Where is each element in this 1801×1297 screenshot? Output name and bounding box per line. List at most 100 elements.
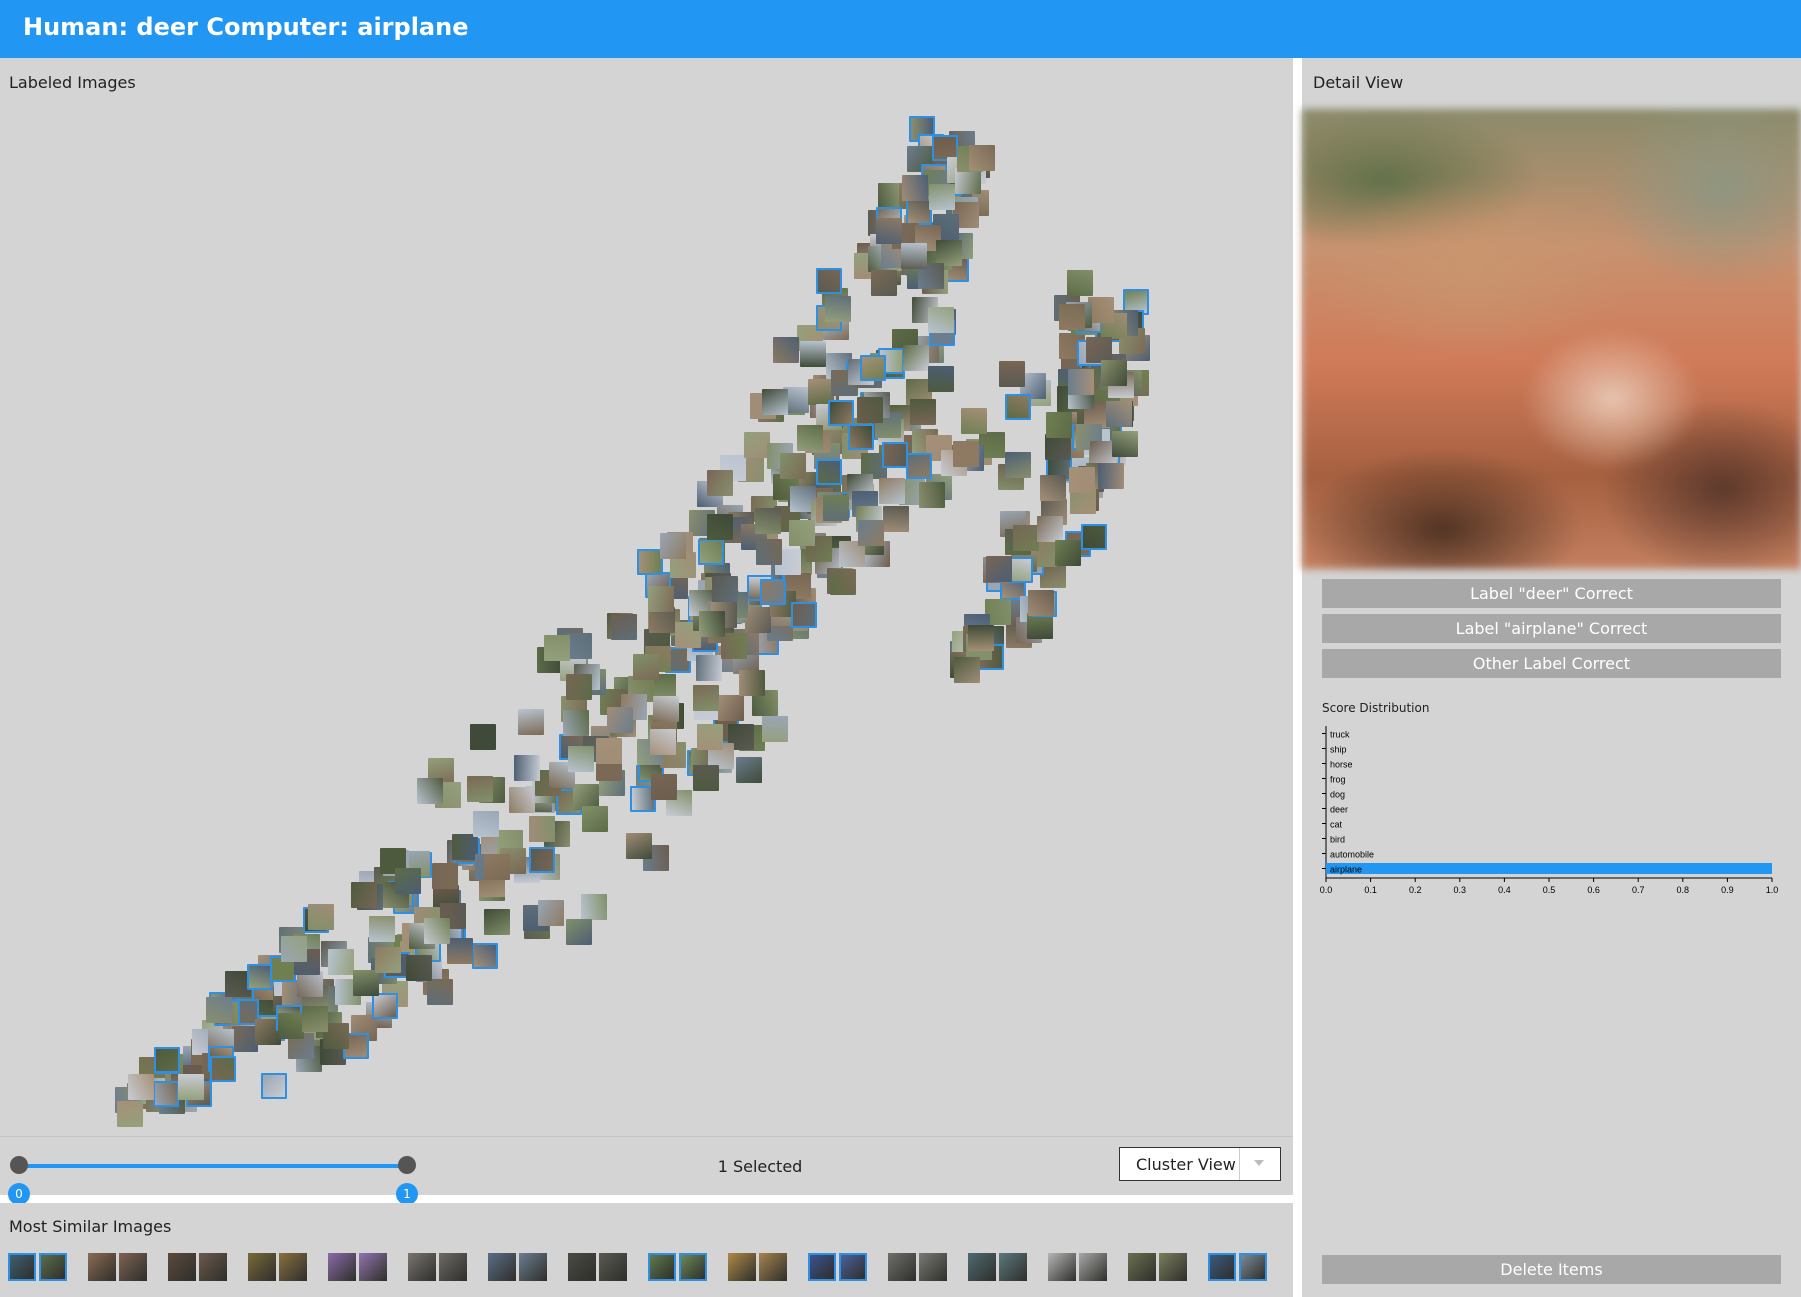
similar-image-pair[interactable]: [488, 1253, 550, 1283]
similar-image-pair[interactable]: [648, 1253, 710, 1283]
scatter-image-thumbnail[interactable]: [210, 1056, 237, 1083]
scatter-image-thumbnail[interactable]: [483, 908, 510, 935]
scatter-image-thumbnail[interactable]: [1012, 524, 1039, 551]
scatter-image-thumbnail[interactable]: [417, 777, 444, 804]
similar-image-pair[interactable]: [1048, 1253, 1110, 1283]
similar-image-pair[interactable]: [968, 1253, 1030, 1283]
scatter-image-thumbnail[interactable]: [483, 854, 510, 881]
scatter-image-thumbnail[interactable]: [905, 198, 932, 225]
scatter-image-thumbnail[interactable]: [695, 655, 722, 682]
scatter-image-thumbnail[interactable]: [823, 494, 850, 521]
scatter-image-thumbnail[interactable]: [1112, 430, 1139, 457]
similar-image-thumbnail[interactable]: [1079, 1253, 1107, 1281]
similar-image-pair[interactable]: [88, 1253, 150, 1283]
scatter-image-thumbnail[interactable]: [1068, 466, 1095, 493]
similar-image-thumbnail[interactable]: [279, 1253, 307, 1281]
scatter-image-thumbnail[interactable]: [1067, 269, 1094, 296]
scatter-image-thumbnail[interactable]: [882, 441, 909, 468]
scatter-image-thumbnail[interactable]: [928, 307, 955, 334]
scatter-image-thumbnail[interactable]: [596, 738, 623, 765]
scatter-image-thumbnail[interactable]: [859, 354, 886, 381]
delete-items-button[interactable]: Delete Items: [1322, 1255, 1781, 1284]
scatter-image-thumbnail[interactable]: [825, 295, 852, 322]
similar-image-thumbnail[interactable]: [119, 1253, 147, 1281]
similar-image-thumbnail[interactable]: [808, 1253, 836, 1281]
scatter-image-thumbnail[interactable]: [986, 555, 1013, 582]
scatter-image-thumbnail[interactable]: [692, 685, 719, 712]
similar-image-thumbnail[interactable]: [88, 1253, 116, 1281]
similar-image-thumbnail[interactable]: [1208, 1253, 1236, 1281]
similar-image-thumbnail[interactable]: [919, 1253, 947, 1281]
scatter-image-thumbnail[interactable]: [1055, 539, 1082, 566]
similar-image-pair[interactable]: [728, 1253, 790, 1283]
scatter-image-thumbnail[interactable]: [755, 538, 782, 565]
cluster-scatter-plot[interactable]: Labeled Images: [0, 58, 1293, 1136]
scatter-image-thumbnail[interactable]: [856, 397, 883, 424]
scatter-image-thumbnail[interactable]: [848, 423, 875, 450]
scatter-image-thumbnail[interactable]: [327, 949, 354, 976]
scatter-image-thumbnail[interactable]: [1058, 304, 1085, 331]
view-mode-select[interactable]: Cluster View: [1119, 1147, 1281, 1181]
scatter-image-thumbnail[interactable]: [518, 708, 545, 735]
similar-image-thumbnail[interactable]: [248, 1253, 276, 1281]
scatter-image-thumbnail[interactable]: [649, 729, 676, 756]
scatter-image-thumbnail[interactable]: [755, 508, 782, 535]
similar-image-thumbnail[interactable]: [648, 1253, 676, 1281]
scatter-image-thumbnail[interactable]: [374, 947, 401, 974]
similar-image-thumbnail[interactable]: [1128, 1253, 1156, 1281]
scatter-image-thumbnail[interactable]: [565, 919, 592, 946]
scatter-image-thumbnail[interactable]: [427, 978, 454, 1005]
scatter-image-thumbnail[interactable]: [660, 533, 687, 560]
similar-image-pair[interactable]: [328, 1253, 390, 1283]
scatter-image-thumbnail[interactable]: [739, 669, 766, 696]
scatter-image-thumbnail[interactable]: [697, 723, 724, 750]
similar-image-thumbnail[interactable]: [568, 1253, 596, 1281]
scatter-image-thumbnail[interactable]: [901, 242, 928, 269]
scatter-image-thumbnail[interactable]: [562, 710, 589, 737]
other-label-correct-button[interactable]: Other Label Correct: [1322, 649, 1781, 678]
similar-image-thumbnail[interactable]: [728, 1253, 756, 1281]
scatter-image-thumbnail[interactable]: [1037, 516, 1064, 543]
scatter-image-thumbnail[interactable]: [954, 657, 981, 684]
scatter-image-thumbnail[interactable]: [919, 482, 946, 509]
similar-image-thumbnail[interactable]: [599, 1253, 627, 1281]
scatter-image-thumbnail[interactable]: [692, 765, 719, 792]
scatter-image-thumbnail[interactable]: [471, 942, 498, 969]
scatter-image-thumbnail[interactable]: [779, 452, 806, 479]
view-mode-dropdown-toggle[interactable]: [1239, 1148, 1280, 1180]
scatter-image-thumbnail[interactable]: [206, 997, 233, 1024]
scatter-image-thumbnail[interactable]: [1045, 411, 1072, 438]
scatter-image-thumbnail[interactable]: [351, 881, 378, 908]
similar-image-thumbnail[interactable]: [39, 1253, 67, 1281]
similar-image-thumbnail[interactable]: [168, 1253, 196, 1281]
scatter-image-thumbnail[interactable]: [883, 506, 910, 533]
scatter-image-thumbnail[interactable]: [117, 1100, 144, 1127]
scatter-image-thumbnail[interactable]: [744, 607, 771, 634]
scatter-image-thumbnail[interactable]: [796, 425, 823, 452]
scatter-image-thumbnail[interactable]: [513, 755, 540, 782]
scatter-image-thumbnail[interactable]: [368, 916, 395, 943]
scatter-image-thumbnail[interactable]: [372, 993, 399, 1020]
scatter-image-thumbnail[interactable]: [606, 706, 633, 733]
scatter-image-thumbnail[interactable]: [543, 634, 570, 661]
similar-image-pair[interactable]: [888, 1253, 950, 1283]
scatter-image-thumbnail[interactable]: [800, 341, 827, 368]
scatter-image-thumbnail[interactable]: [968, 145, 995, 171]
label-airplane-correct-button[interactable]: Label "airplane" Correct: [1322, 614, 1781, 643]
scatter-image-thumbnail[interactable]: [857, 519, 884, 546]
scatter-image-thumbnail[interactable]: [301, 1005, 328, 1032]
scatter-image-thumbnail[interactable]: [648, 585, 675, 612]
scatter-image-thumbnail[interactable]: [128, 1073, 155, 1100]
scatter-image-thumbnail[interactable]: [446, 938, 473, 965]
scatter-image-thumbnail[interactable]: [424, 918, 451, 945]
scatter-image-thumbnail[interactable]: [878, 477, 905, 504]
scatter-image-thumbnail[interactable]: [968, 624, 995, 651]
scatter-image-thumbnail[interactable]: [508, 787, 535, 814]
scatter-image-thumbnail[interactable]: [871, 269, 898, 296]
scatter-image-thumbnail[interactable]: [707, 469, 734, 496]
similar-image-pair[interactable]: [1208, 1253, 1270, 1283]
scatter-image-thumbnail[interactable]: [650, 774, 677, 801]
scatter-image-thumbnail[interactable]: [827, 399, 854, 426]
scatter-image-thumbnail[interactable]: [610, 614, 637, 641]
similar-image-pair[interactable]: [1128, 1253, 1190, 1283]
